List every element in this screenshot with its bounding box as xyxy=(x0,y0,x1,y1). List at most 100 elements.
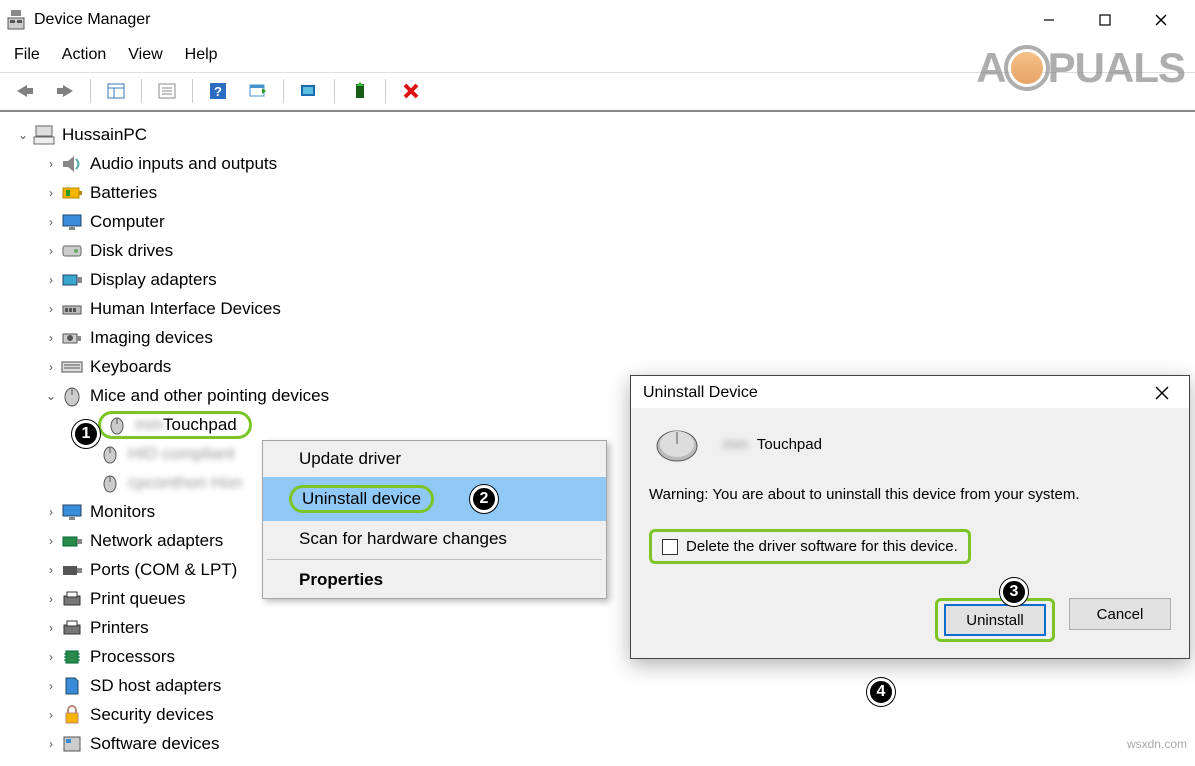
chevron-right-icon[interactable]: › xyxy=(42,643,60,671)
blurred-label: cpconthon Hon xyxy=(128,469,242,497)
close-button[interactable] xyxy=(1133,0,1189,40)
chevron-right-icon[interactable]: › xyxy=(42,179,60,207)
tree-item-sd[interactable]: › SD host adapters xyxy=(6,671,1189,700)
menu-action[interactable]: Action xyxy=(62,46,106,64)
chevron-down-icon[interactable]: ⌄ xyxy=(42,382,60,410)
tree-label: Imaging devices xyxy=(90,324,213,352)
device-manager-icon xyxy=(6,10,26,30)
tree-item-security[interactable]: › Security devices xyxy=(6,700,1189,729)
tree-item-disk[interactable]: › Disk drives xyxy=(6,236,1189,265)
help-button[interactable]: ? xyxy=(201,76,235,106)
blurred-label: HID compliant xyxy=(128,440,235,468)
menu-uninstall-device[interactable]: Uninstall device xyxy=(263,477,606,521)
chevron-right-icon[interactable]: › xyxy=(42,237,60,265)
titlebar: Device Manager xyxy=(0,0,1195,40)
chevron-right-icon[interactable]: › xyxy=(42,614,60,642)
menu-label: Scan for hardware changes xyxy=(299,529,507,548)
delete-driver-highlight: Delete the driver software for this devi… xyxy=(649,529,971,564)
monitor-icon xyxy=(60,501,84,523)
tree-label: Software devices xyxy=(90,730,219,758)
tree-label: Network adapters xyxy=(90,527,223,555)
warning-text: Warning: You are about to uninstall this… xyxy=(649,486,1171,503)
chevron-right-icon[interactable]: › xyxy=(42,498,60,526)
tree-item-audio[interactable]: › Audio inputs and outputs xyxy=(6,149,1189,178)
dialog-title-text: Uninstall Device xyxy=(643,384,758,402)
delete-driver-checkbox[interactable] xyxy=(662,539,678,555)
checkbox-label: Delete the driver software for this devi… xyxy=(686,538,958,555)
tree-item-computer[interactable]: › Computer xyxy=(6,207,1189,236)
chevron-right-icon[interactable]: › xyxy=(42,701,60,729)
chevron-right-icon[interactable]: › xyxy=(42,672,60,700)
computer-icon xyxy=(32,124,56,146)
tree-label: Display adapters xyxy=(90,266,217,294)
dialog-close-button[interactable] xyxy=(1147,384,1177,402)
chevron-right-icon[interactable]: › xyxy=(42,527,60,555)
menu-properties[interactable]: Properties xyxy=(263,562,606,598)
tree-item-display[interactable]: › Display adapters xyxy=(6,265,1189,294)
chevron-right-icon[interactable]: › xyxy=(42,266,60,294)
chevron-right-icon[interactable]: › xyxy=(42,295,60,323)
chevron-down-icon[interactable]: ⌄ xyxy=(14,121,32,149)
separator xyxy=(141,79,142,103)
tree-label: Monitors xyxy=(90,498,155,526)
tree-label: Human Interface Devices xyxy=(90,295,281,323)
chevron-right-icon[interactable]: › xyxy=(42,353,60,381)
chevron-right-icon[interactable]: › xyxy=(42,150,60,178)
tree-label: Security devices xyxy=(90,701,214,729)
mouse-icon xyxy=(98,443,122,465)
watermark-avatar-icon xyxy=(1004,45,1050,91)
properties-button[interactable] xyxy=(150,76,184,106)
battery-icon xyxy=(60,182,84,204)
touchpad-label: Touchpad xyxy=(163,411,237,439)
separator xyxy=(283,79,284,103)
menu-view[interactable]: View xyxy=(128,46,162,64)
port-icon xyxy=(60,559,84,581)
uninstall-device-button[interactable] xyxy=(394,76,428,106)
device-info-row: mm Touchpad xyxy=(649,422,1171,466)
button-label: Cancel xyxy=(1097,606,1144,623)
tree-label: Processors xyxy=(90,643,175,671)
back-button[interactable] xyxy=(8,76,42,106)
printer-icon xyxy=(60,617,84,639)
monitor-icon xyxy=(60,211,84,233)
cancel-button[interactable]: Cancel xyxy=(1069,598,1171,630)
uninstall-button[interactable]: Uninstall xyxy=(944,604,1046,636)
menu-scan-hardware[interactable]: Scan for hardware changes xyxy=(263,521,606,557)
tree-item-software[interactable]: › Software devices xyxy=(6,729,1189,758)
chevron-right-icon[interactable]: › xyxy=(42,585,60,613)
forward-button[interactable] xyxy=(48,76,82,106)
lock-icon xyxy=(60,704,84,726)
mouse-icon xyxy=(105,414,129,436)
minimize-button[interactable] xyxy=(1021,0,1077,40)
tree-label: Keyboards xyxy=(90,353,171,381)
cpu-icon xyxy=(60,646,84,668)
chevron-right-icon[interactable]: › xyxy=(42,730,60,758)
menu-update-driver[interactable]: Update driver xyxy=(263,441,606,477)
uninstall-dialog: Uninstall Device mm Touchpad Warning: Yo… xyxy=(630,375,1190,659)
menu-file[interactable]: File xyxy=(14,46,40,64)
update-driver-button[interactable] xyxy=(292,76,326,106)
enable-device-button[interactable] xyxy=(343,76,377,106)
sd-icon xyxy=(60,675,84,697)
tree-label: Ports (COM & LPT) xyxy=(90,556,237,584)
callout-4: 4 xyxy=(867,678,895,706)
software-icon xyxy=(60,733,84,755)
chevron-right-icon[interactable]: › xyxy=(42,208,60,236)
show-hide-console-button[interactable] xyxy=(99,76,133,106)
tree-label: Computer xyxy=(90,208,165,236)
tree-root[interactable]: ⌄ HussainPC xyxy=(6,120,1189,149)
tree-item-hid[interactable]: › Human Interface Devices xyxy=(6,294,1189,323)
chevron-right-icon[interactable]: › xyxy=(42,324,60,352)
tree-item-imaging[interactable]: › Imaging devices xyxy=(6,323,1189,352)
tree-label: Audio inputs and outputs xyxy=(90,150,277,178)
chevron-right-icon[interactable]: › xyxy=(42,556,60,584)
network-icon xyxy=(60,530,84,552)
scan-hardware-button[interactable] xyxy=(241,76,275,106)
tree-item-batteries[interactable]: › Batteries xyxy=(6,178,1189,207)
separator xyxy=(192,79,193,103)
camera-icon xyxy=(60,327,84,349)
tree-label: Batteries xyxy=(90,179,157,207)
menu-help[interactable]: Help xyxy=(185,46,218,64)
blurred-prefix: mm xyxy=(135,411,163,439)
maximize-button[interactable] xyxy=(1077,0,1133,40)
